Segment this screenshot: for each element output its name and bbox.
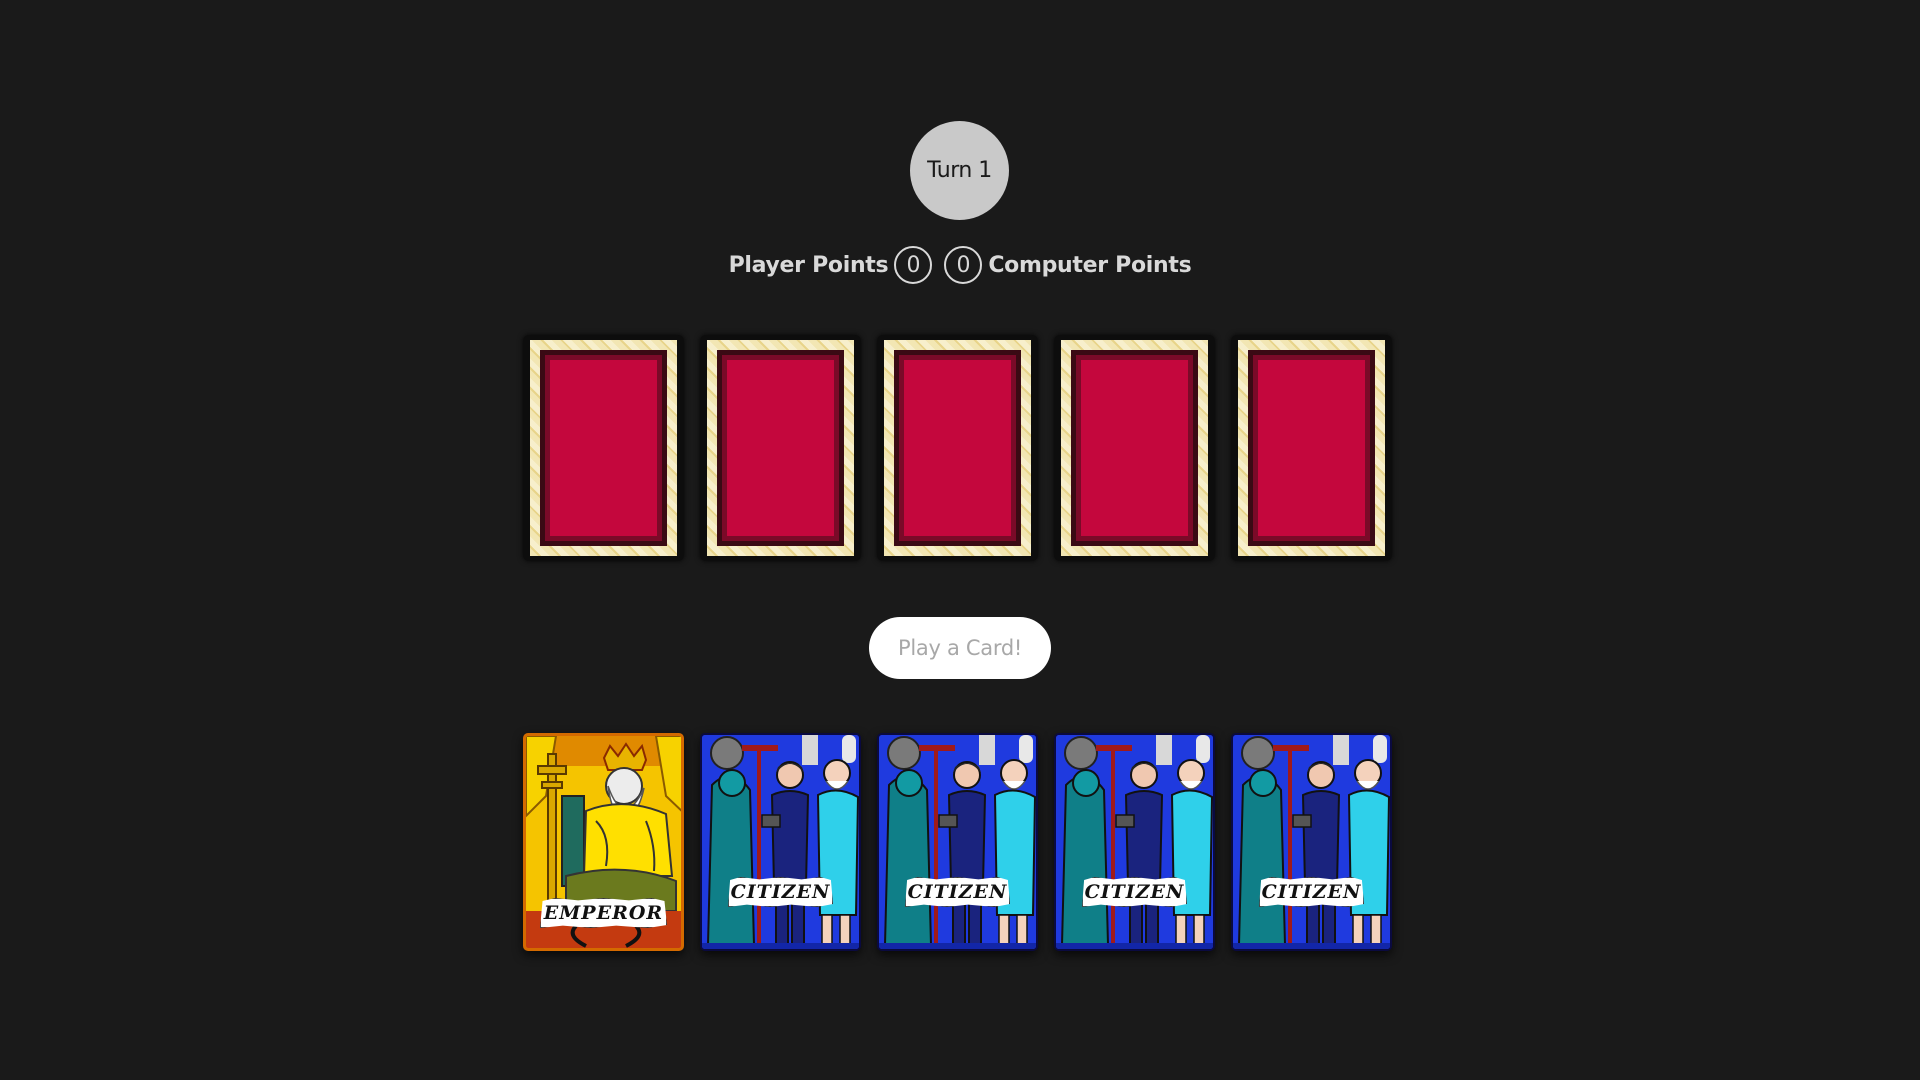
opponent-card-back [523, 335, 684, 561]
game-board: Turn 1 Player Points 0 0 Computer Points… [0, 0, 1920, 1080]
player-points-label: Player Points [728, 252, 889, 278]
player-points-value: 0 [894, 246, 933, 284]
opponent-hand [523, 335, 1392, 561]
card-name-label: CITIZEN [728, 877, 833, 907]
card-back-pattern-icon [904, 360, 1011, 536]
card-back-pattern-icon [1081, 360, 1188, 536]
citizen-card-art-icon [702, 735, 859, 949]
citizen-card[interactable]: CITIZEN [877, 733, 1038, 951]
turn-indicator: Turn 1 [910, 121, 1009, 220]
citizen-card-art-icon [1233, 735, 1390, 949]
card-back-pattern-icon [1258, 360, 1365, 536]
opponent-card-back [700, 335, 861, 561]
citizen-card[interactable]: CITIZEN [1231, 733, 1392, 951]
scoreboard: Player Points 0 0 Computer Points [0, 246, 1920, 284]
player-hand: EMPEROR CITIZEN CITIZEN CITIZEN CITIZEN [523, 733, 1392, 951]
card-name-label: EMPEROR [540, 898, 667, 928]
card-back-pattern-icon [727, 360, 834, 536]
citizen-card[interactable]: CITIZEN [700, 733, 861, 951]
opponent-card-back [1054, 335, 1215, 561]
citizen-card-art-icon [1056, 735, 1213, 949]
turn-label: Turn 1 [927, 158, 992, 183]
card-name-label: CITIZEN [905, 877, 1010, 907]
computer-points-label: Computer Points [988, 252, 1192, 278]
citizen-card[interactable]: CITIZEN [1054, 733, 1215, 951]
card-name-label: CITIZEN [1259, 877, 1364, 907]
card-name-label: CITIZEN [1082, 877, 1187, 907]
opponent-card-back [1231, 335, 1392, 561]
play-card-button[interactable]: Play a Card! [869, 617, 1051, 679]
computer-points-value: 0 [944, 246, 983, 284]
card-back-pattern-icon [550, 360, 657, 536]
opponent-card-back [877, 335, 1038, 561]
emperor-card[interactable]: EMPEROR [523, 733, 684, 951]
citizen-card-art-icon [879, 735, 1036, 949]
